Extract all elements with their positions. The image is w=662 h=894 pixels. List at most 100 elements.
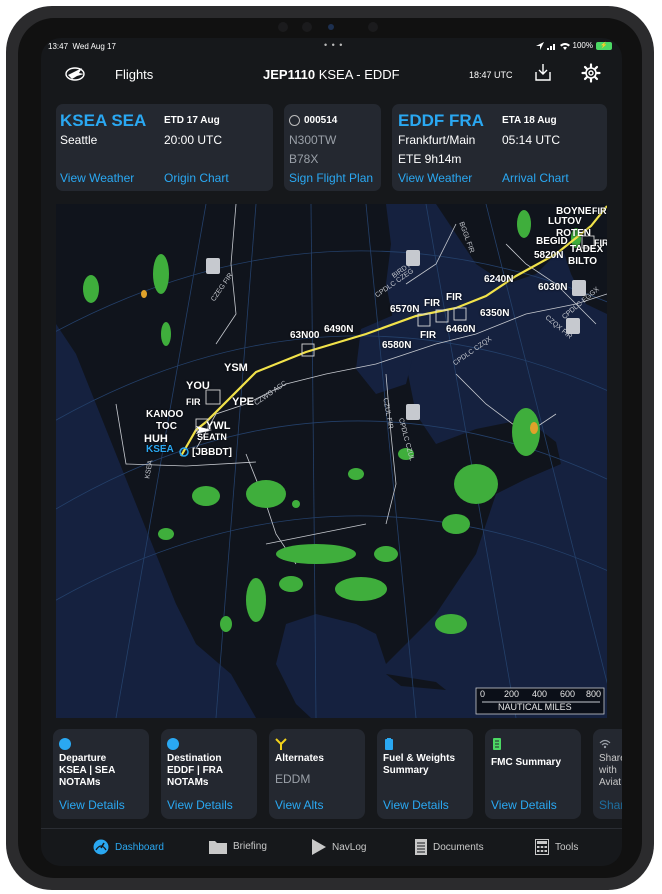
flight-plan-number: 000514	[304, 115, 338, 126]
card-title-line: Share	[599, 753, 622, 764]
aircraft-type: B78X	[289, 152, 319, 166]
origin-code: KSEA SEA	[60, 111, 147, 130]
card-title-line: NOTAMs	[59, 777, 101, 788]
fmc-summary-card[interactable]: FMC Summary View Details	[485, 729, 581, 819]
card-title-line: EDDF | FRA	[167, 765, 224, 776]
notam-icon	[59, 738, 71, 750]
departure-notams-card[interactable]: Departure KSEA | SEA NOTAMs View Details	[53, 729, 149, 819]
airspace-label: CPDLC CZQX	[452, 335, 494, 368]
map-airspace-labels: CZEG FIR BIRD ACC CPDLC CZEG BGGL FIR CZ…	[56, 204, 607, 718]
signal-icon	[546, 43, 555, 50]
camera-bar	[276, 20, 396, 34]
tab-label: Documents	[433, 841, 484, 853]
top-nav: Flights JEP1110 KSEA - EDDF 18:47 UTC	[41, 56, 622, 94]
alternates-card[interactable]: Alternates EDDM View Alts	[269, 729, 365, 819]
card-title-line: Summary	[383, 765, 429, 776]
view-details-link[interactable]: View Details	[59, 798, 125, 812]
tab-briefing[interactable]: Briefing	[209, 839, 267, 854]
tab-navlog[interactable]: NavLog	[312, 839, 366, 855]
tab-label: Tools	[555, 841, 579, 853]
airspace-label: CZUL FIR	[381, 397, 394, 430]
tab-bar: Dashboard Briefing NavLog Documents Tool…	[41, 828, 622, 866]
origin-city: Seattle	[60, 133, 98, 147]
route-map[interactable]: KSEA HUH TOC KANOO FIR YOU YWL SEATN [JB…	[56, 204, 607, 718]
aircraft-card: 000514 N300TW B78X Sign Flight Plan	[284, 104, 381, 191]
tools-icon	[535, 839, 549, 855]
airspace-label: BGGL FIR	[457, 221, 476, 254]
origin-chart-link[interactable]: Origin Chart	[164, 171, 229, 185]
airspace-label: CPDLC EGGX	[561, 286, 601, 321]
battery-percent: 100%	[572, 41, 593, 50]
tab-label: NavLog	[332, 841, 367, 853]
fuel-weights-card[interactable]: Fuel & Weights Summary View Details	[377, 729, 473, 819]
share-link[interactable]: Shar	[599, 798, 622, 812]
sign-flight-plan-link[interactable]: Sign Flight Plan	[289, 171, 373, 185]
page-title: JEP1110 KSEA - EDDF	[263, 67, 400, 82]
flight-plan-radio[interactable]	[289, 115, 300, 126]
scale-tick: 200	[504, 689, 520, 699]
scale-tick: 800	[586, 689, 602, 699]
card-title-line: Aviat	[599, 777, 622, 788]
card-title-line: KSEA | SEA	[59, 765, 116, 776]
card-title-line: NOTAMs	[167, 777, 209, 788]
tab-label: Briefing	[233, 841, 267, 852]
location-icon	[535, 41, 544, 50]
status-date: Wed Aug 17	[72, 42, 116, 51]
flights-link[interactable]: Flights	[115, 67, 153, 82]
destination-code: EDDF FRA	[398, 111, 484, 130]
origin-card: KSEA SEA Seattle ETD 17 Aug 20:00 UTC Vi…	[56, 104, 273, 191]
airspace-label: CZWG ACC	[253, 379, 289, 408]
destination-card: EDDF FRA Frankfurt/Main ETE 9h14m ETA 18…	[392, 104, 607, 191]
card-title-line: Departure	[59, 753, 107, 764]
destination-eta-label: ETA 18 Aug	[502, 115, 557, 126]
tab-dashboard[interactable]: Dashboard	[93, 839, 164, 855]
scale-tick: 600	[560, 689, 576, 699]
destination-eta-time: 05:14 UTC	[502, 133, 561, 147]
origin-etd-time: 20:00 UTC	[164, 133, 223, 147]
scale-unit: NAUTICAL MILES	[498, 702, 572, 712]
card-title-line: Destination	[167, 753, 222, 764]
airspace-label: CZEG FIR	[210, 272, 235, 303]
tab-label: Dashboard	[115, 841, 164, 853]
card-title-line: with	[599, 765, 617, 776]
flight-route: KSEA - EDDF	[318, 67, 400, 82]
broadcast-icon	[599, 739, 611, 749]
folder-icon	[209, 841, 227, 854]
multitask-dots[interactable]: • • •	[324, 40, 343, 50]
scale-tick: 0	[480, 689, 486, 699]
battery-icon: ⚡	[596, 41, 612, 50]
origin-weather-link[interactable]: View Weather	[60, 171, 134, 185]
wifi-icon	[559, 42, 570, 50]
aircraft-registration: N300TW	[289, 133, 337, 147]
origin-etd-label: ETD 17 Aug	[164, 115, 220, 126]
tab-tools[interactable]: Tools	[535, 839, 578, 855]
view-details-link[interactable]: View Details	[167, 798, 233, 812]
export-icon[interactable]	[535, 63, 551, 81]
airspace-label: KSEA	[144, 459, 155, 480]
plane-logo-icon[interactable]	[64, 65, 86, 81]
arrival-chart-link[interactable]: Arrival Chart	[502, 171, 569, 185]
destination-weather-link[interactable]: View Weather	[398, 171, 472, 185]
scale-tick: 400	[532, 689, 548, 699]
status-time: 13:47	[48, 42, 69, 51]
destination-notams-card[interactable]: Destination EDDF | FRA NOTAMs View Detai…	[161, 729, 257, 819]
utc-clock: 18:47 UTC	[469, 70, 513, 80]
status-bar: 13:47 Wed Aug 17 • • • 100% ⚡	[41, 38, 622, 56]
app-screen: 13:47 Wed Aug 17 • • • 100% ⚡ Flights JE…	[41, 38, 622, 866]
card-title-line: Alternates	[275, 753, 324, 764]
view-alts-link[interactable]: View Alts	[275, 798, 323, 812]
gear-icon[interactable]	[581, 63, 601, 83]
destination-ete: ETE 9h14m	[398, 152, 462, 166]
alternate-airport: EDDM	[275, 772, 311, 786]
destination-city: Frankfurt/Main	[398, 133, 476, 147]
flight-id: JEP1110	[263, 67, 316, 82]
alternates-fork-icon	[275, 738, 287, 750]
tab-documents[interactable]: Documents	[415, 839, 484, 855]
view-details-link[interactable]: View Details	[383, 798, 449, 812]
document-icon	[415, 839, 427, 855]
share-aviator-card[interactable]: Share with Aviat Shar	[593, 729, 622, 819]
view-details-link[interactable]: View Details	[491, 798, 557, 812]
card-title-line: FMC Summary	[491, 757, 562, 768]
notam-icon	[167, 738, 179, 750]
fmc-chip-icon	[493, 738, 501, 750]
